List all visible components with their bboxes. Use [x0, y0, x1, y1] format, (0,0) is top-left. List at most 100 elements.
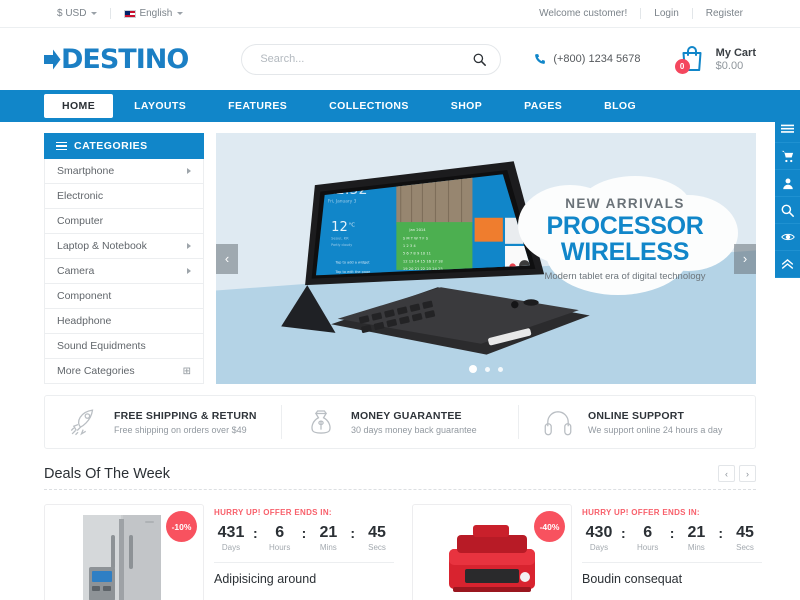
countdown-days-label: Days: [589, 543, 609, 552]
rail-user-icon[interactable]: [775, 170, 800, 197]
category-item[interactable]: Smartphone: [44, 159, 204, 184]
cart-widget[interactable]: 0 My Cart $0.00: [674, 44, 756, 74]
deals-prev-button[interactable]: ‹: [718, 465, 735, 482]
deal-info: HURRY UP! OFFER ENDS IN: 430 Days:6 Hours:2…: [582, 504, 763, 600]
deal-product-image[interactable]: -40%: [412, 504, 573, 600]
deal-card[interactable]: -10% HURRY UP! OFFER ENDS IN: 431 Days:6 Hou…: [44, 504, 395, 600]
hero-slider[interactable]: 12:52 Fri, January 3 12 °C Seoul, KR Par…: [216, 133, 756, 384]
category-label: More Categories: [57, 365, 135, 377]
countdown-hours-value: 6: [275, 524, 285, 541]
nav-item-collections[interactable]: COLLECTIONS: [308, 90, 430, 122]
category-item[interactable]: Laptop & Notebook: [44, 234, 204, 259]
nav-item-home[interactable]: HOME: [44, 94, 114, 118]
svg-text:12 13 14 15 16 17 18: 12 13 14 15 16 17 18: [403, 259, 444, 263]
countdown-separator: :: [301, 525, 307, 541]
category-item[interactable]: More Categories ⊞: [44, 359, 204, 384]
countdown-mins-label: Mins: [687, 543, 705, 552]
svg-text:Jan 2014: Jan 2014: [408, 228, 426, 232]
countdown-timer: 431 Days:6 Hours:21 Mins:45 Secs: [214, 524, 394, 552]
category-item[interactable]: Component: [44, 284, 204, 309]
rail-search-icon[interactable]: [775, 197, 800, 224]
category-item[interactable]: Electronic: [44, 184, 204, 209]
nav-item-blog[interactable]: BLOG: [583, 90, 657, 122]
deal-product-name[interactable]: Boudin consequat: [582, 572, 762, 586]
service-desc: Free shipping on orders over $49: [114, 424, 247, 435]
flag-icon: [124, 9, 137, 18]
search-icon[interactable]: [473, 53, 487, 66]
divider: [582, 562, 763, 563]
deals-next-button[interactable]: ›: [739, 465, 756, 482]
phone-text: (+800) 1234 5678: [553, 53, 641, 65]
currency-selector[interactable]: $ USD: [44, 8, 110, 19]
countdown-hours-label: Hours: [269, 543, 291, 552]
countdown-secs-value: 45: [736, 524, 754, 541]
service-text: FREE SHIPPING & RETURN Free shipping on o…: [114, 410, 257, 435]
nav-item-layouts[interactable]: LAYOUTS: [113, 90, 207, 122]
deals-list: -10% HURRY UP! OFFER ENDS IN: 431 Days:6 Hou…: [44, 504, 763, 600]
nav-item-features[interactable]: FEATURES: [207, 90, 308, 122]
chevron-right-icon: [187, 168, 191, 174]
category-item[interactable]: Sound Equidments: [44, 334, 204, 359]
deals-carousel-nav: ‹ ›: [718, 465, 756, 482]
category-item[interactable]: Headphone: [44, 309, 204, 334]
rail-eye-icon[interactable]: [775, 224, 800, 251]
search-bar[interactable]: [241, 43, 502, 75]
expand-icon[interactable]: ⊞: [183, 366, 191, 377]
rail-cart-icon[interactable]: [775, 143, 800, 170]
logo-text: DESTINO: [61, 43, 189, 75]
language-selector[interactable]: English: [111, 8, 196, 19]
rail-scroll-top-icon[interactable]: [775, 251, 800, 278]
main-navigation: HOME LAYOUTS FEATURES COLLECTIONS SHOP PAGES B…: [0, 90, 800, 122]
service-text: ONLINE SUPPORT We support online 24 hours…: [588, 410, 722, 435]
svg-text:S M T W T F S: S M T W T F S: [403, 236, 429, 240]
countdown-secs-label: Secs: [736, 543, 754, 552]
register-link[interactable]: Register: [693, 8, 756, 19]
hero-dot[interactable]: [498, 366, 503, 372]
category-label: Headphone: [57, 315, 112, 327]
rail-list-icon[interactable]: [775, 116, 800, 143]
deal-card[interactable]: -40% HURRY UP! OFFER ENDS IN: 430 Days:6 Hou…: [412, 504, 763, 600]
nav-item-shop[interactable]: SHOP: [430, 90, 503, 122]
countdown-hours-label: Hours: [637, 543, 659, 552]
deal-product-name[interactable]: Adipisicing around: [214, 572, 394, 586]
hero-dot[interactable]: [469, 365, 477, 373]
phone-icon: [535, 54, 546, 64]
countdown-mins: 21 Mins: [679, 524, 713, 552]
chevron-right-icon: [187, 243, 191, 249]
divider: [214, 562, 395, 563]
language-label: English: [139, 8, 173, 19]
categories-title: CATEGORIES: [74, 140, 148, 152]
countdown-secs: 45 Secs: [728, 524, 762, 552]
nav-item-pages[interactable]: PAGES: [503, 90, 583, 122]
site-logo[interactable]: DESTINO: [44, 43, 189, 75]
cart-icon[interactable]: 0: [674, 44, 707, 74]
svg-text:°C: °C: [349, 222, 356, 228]
categories-header[interactable]: CATEGORIES: [44, 133, 204, 159]
search-input[interactable]: [260, 53, 474, 65]
countdown-hours-value: 6: [643, 524, 653, 541]
countdown-days: 430 Days: [582, 524, 616, 552]
deal-hurry-label: HURRY UP! OFFER ENDS IN:: [214, 508, 332, 517]
categories-sidebar: CATEGORIES Smartphone Electronic Computer L…: [44, 133, 204, 384]
category-label: Electronic: [57, 190, 104, 202]
category-label: Component: [57, 290, 112, 302]
category-item[interactable]: Camera: [44, 259, 204, 284]
countdown-secs: 45 Secs: [360, 524, 394, 552]
hero-dot[interactable]: [485, 366, 490, 372]
countdown-hours: 6 Hours: [263, 524, 297, 552]
countdown-timer: 430 Days:6 Hours:21 Mins:45 Secs: [582, 524, 762, 552]
svg-text:5 6 7 8 9 10 11: 5 6 7 8 9 10 11: [403, 252, 431, 256]
hero-title-line2: WIRELESS: [560, 237, 690, 266]
chevron-right-icon: [187, 268, 191, 274]
chevron-down-icon: [177, 12, 184, 15]
hero-prev-button[interactable]: ‹: [216, 243, 238, 274]
deal-product-image[interactable]: -10%: [44, 504, 204, 600]
hero-pagination[interactable]: [469, 365, 503, 373]
category-item[interactable]: Computer: [44, 209, 204, 234]
countdown-separator: :: [621, 525, 626, 541]
countdown-mins-label: Mins: [319, 543, 337, 552]
site-header: DESTINO (+800) 1234 5678 0 My Cart $0.00: [0, 28, 800, 90]
login-link[interactable]: Login: [641, 8, 691, 19]
hero-next-button[interactable]: ›: [734, 243, 756, 274]
svg-text:Partly cloudy: Partly cloudy: [331, 243, 352, 247]
